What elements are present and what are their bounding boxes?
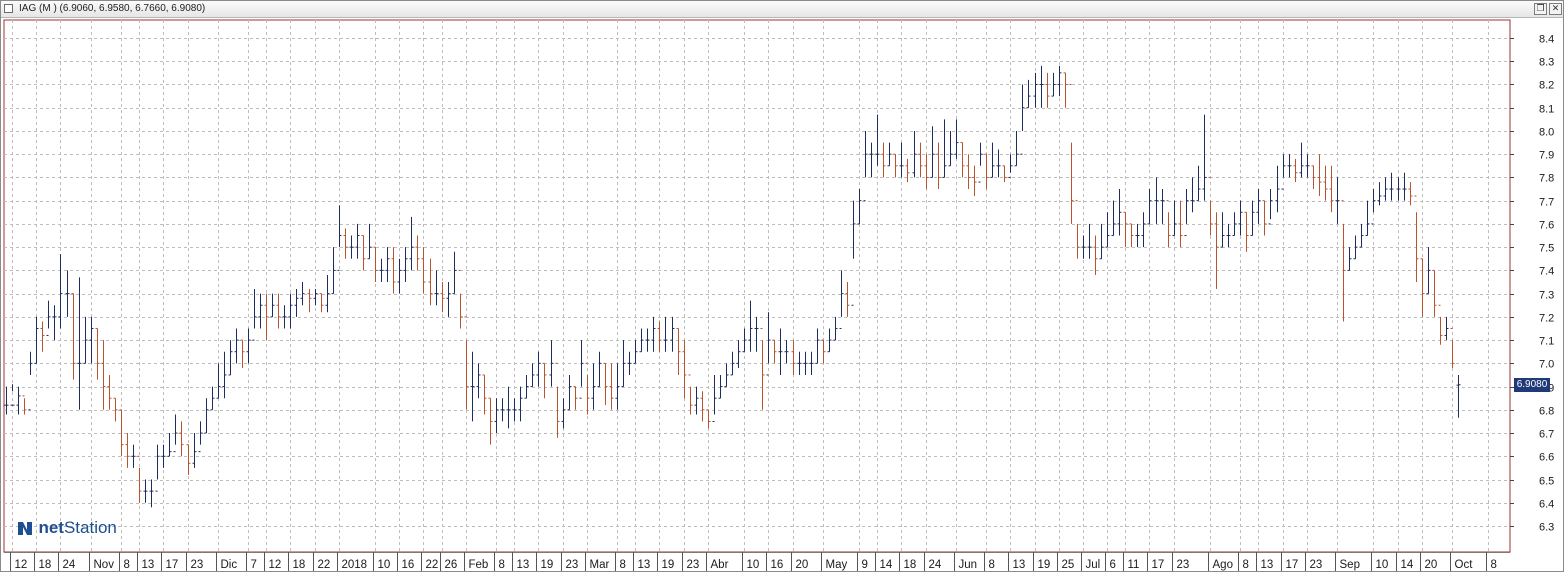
y-tick-label: 8.4 [1539, 34, 1554, 46]
x-tick-label: 12 [269, 559, 282, 571]
x-tick-label: 18 [39, 559, 52, 571]
y-tick-label: 7.5 [1539, 243, 1554, 255]
x-tick-label: May [826, 559, 848, 571]
x-tick-label: 13 [517, 559, 530, 571]
x-tick-label: 20 [796, 559, 809, 571]
y-tick-label: 6.7 [1539, 429, 1554, 441]
y-tick-label: 7.4 [1539, 266, 1554, 278]
x-tick-label: 19 [541, 559, 554, 571]
x-tick-label: 23 [1310, 559, 1323, 571]
x-tick-label: Feb [469, 559, 489, 571]
x-tick-label: 26 [445, 559, 458, 571]
y-tick-label: 6.8 [1539, 406, 1554, 418]
x-tick-label: 8 [124, 559, 130, 571]
x-tick-label: 13 [638, 559, 651, 571]
x-tick-label: 14 [1401, 559, 1414, 571]
x-tick-label: 24 [63, 559, 76, 571]
x-tick-label: 17 [1152, 559, 1165, 571]
x-tick-label: 7 [251, 559, 257, 571]
x-tick-label: Dic [221, 559, 238, 571]
y-tick-label: 7.2 [1539, 313, 1554, 325]
y-tick-label: 7.3 [1539, 290, 1554, 302]
y-tick-label: 8.0 [1539, 127, 1554, 139]
y-tick-label: 7.6 [1539, 220, 1554, 232]
y-tick-label: 8.2 [1539, 80, 1554, 92]
x-tick-label: 13 [142, 559, 155, 571]
y-axis: 6.36.46.56.66.76.86.97.07.17.27.37.47.57… [1510, 34, 1554, 534]
x-tick-label: Nov [94, 559, 115, 571]
x-tick-label: 17 [166, 559, 179, 571]
x-tick-label: 8 [1491, 559, 1497, 571]
x-tick-label: 22 [426, 559, 439, 571]
x-tick-label: 18 [904, 559, 917, 571]
x-tick-label: 13 [1013, 559, 1026, 571]
x-tick-label: Oct [1455, 559, 1474, 571]
x-tick-label: 10 [1376, 559, 1389, 571]
netstation-logo-mark-icon [18, 522, 32, 535]
x-tick-label: 13 [1261, 559, 1274, 571]
x-tick-label: Jul [1086, 559, 1101, 571]
x-tick-label: Sep [1340, 559, 1360, 571]
x-tick-label: 24 [929, 559, 942, 571]
x-tick-label: 20 [1425, 559, 1438, 571]
logo-text-station: Station [63, 518, 117, 537]
logo-text-net: net [38, 518, 64, 537]
x-tick-label: 19 [1038, 559, 1051, 571]
close-button[interactable]: ✕ [1549, 3, 1562, 15]
ohlc-chart[interactable]: 6.36.46.56.66.76.86.97.07.17.27.37.47.57… [1, 18, 1563, 571]
x-tick-label: 22 [318, 559, 331, 571]
x-tick-label: 25 [1062, 559, 1075, 571]
y-tick-label: 6.6 [1539, 452, 1554, 464]
title-bar[interactable]: IAG (M ) (6.9060, 6.9580, 6.7660, 6.9080… [1, 1, 1563, 18]
x-tick-label: 19 [662, 559, 675, 571]
last-price-badge: 6.9080 [1514, 377, 1550, 392]
x-tick-label: 23 [687, 559, 700, 571]
x-tick-label: 23 [1177, 559, 1190, 571]
y-tick-label: 7.8 [1539, 173, 1554, 185]
x-axis: 12 18 24 Nov 8 13 17 23 Dic 7 12 18 22 2018 10 16 22 26 Fe… [4, 552, 1510, 571]
y-tick-label: 6.5 [1539, 476, 1554, 488]
x-tick-label: 14 [880, 559, 893, 571]
window-icon[interactable] [4, 4, 13, 13]
x-tick-label: 6 [1110, 559, 1116, 571]
x-tick-label: 8 [1243, 559, 1249, 571]
x-tick-label: 2018 [342, 559, 368, 571]
x-tick-label: 12 [15, 559, 28, 571]
x-tick-label: 8 [989, 559, 995, 571]
y-tick-label: 6.4 [1539, 499, 1554, 511]
x-tick-label: Abr [711, 559, 729, 571]
y-tick-label: 7.0 [1539, 359, 1554, 371]
x-tick-label: 9 [862, 559, 868, 571]
y-tick-label: 6.3 [1539, 522, 1554, 534]
x-tick-label: Jun [959, 559, 978, 571]
x-tick-label: 16 [771, 559, 784, 571]
restore-button[interactable]: ❐ [1534, 3, 1547, 15]
x-tick-label: 16 [402, 559, 415, 571]
y-tick-label: 7.1 [1539, 336, 1554, 348]
y-tick-label: 7.7 [1539, 197, 1554, 209]
y-tick-label: 8.3 [1539, 57, 1554, 69]
plot-area[interactable] [3, 19, 1511, 553]
x-tick-label: Ago [1213, 559, 1233, 571]
x-tick-label: 23 [566, 559, 579, 571]
x-tick-label: 10 [747, 559, 760, 571]
x-tick-label: 17 [1286, 559, 1299, 571]
x-tick-label: 8 [620, 559, 626, 571]
x-tick-label: 11 [1128, 559, 1140, 571]
x-tick-label: 18 [293, 559, 306, 571]
y-tick-label: 7.9 [1539, 150, 1554, 162]
y-tick-label: 8.1 [1539, 104, 1554, 116]
chart-window: IAG (M ) (6.9060, 6.9580, 6.7660, 6.9080… [0, 0, 1564, 572]
x-tick-label: 10 [378, 559, 391, 571]
netstation-logo: netStation [16, 518, 117, 540]
x-tick-label: Mar [590, 559, 610, 571]
x-tick-label: 8 [499, 559, 505, 571]
x-tick-label: 23 [191, 559, 204, 571]
window-title: IAG (M ) (6.9060, 6.9580, 6.7660, 6.9080… [19, 3, 206, 14]
